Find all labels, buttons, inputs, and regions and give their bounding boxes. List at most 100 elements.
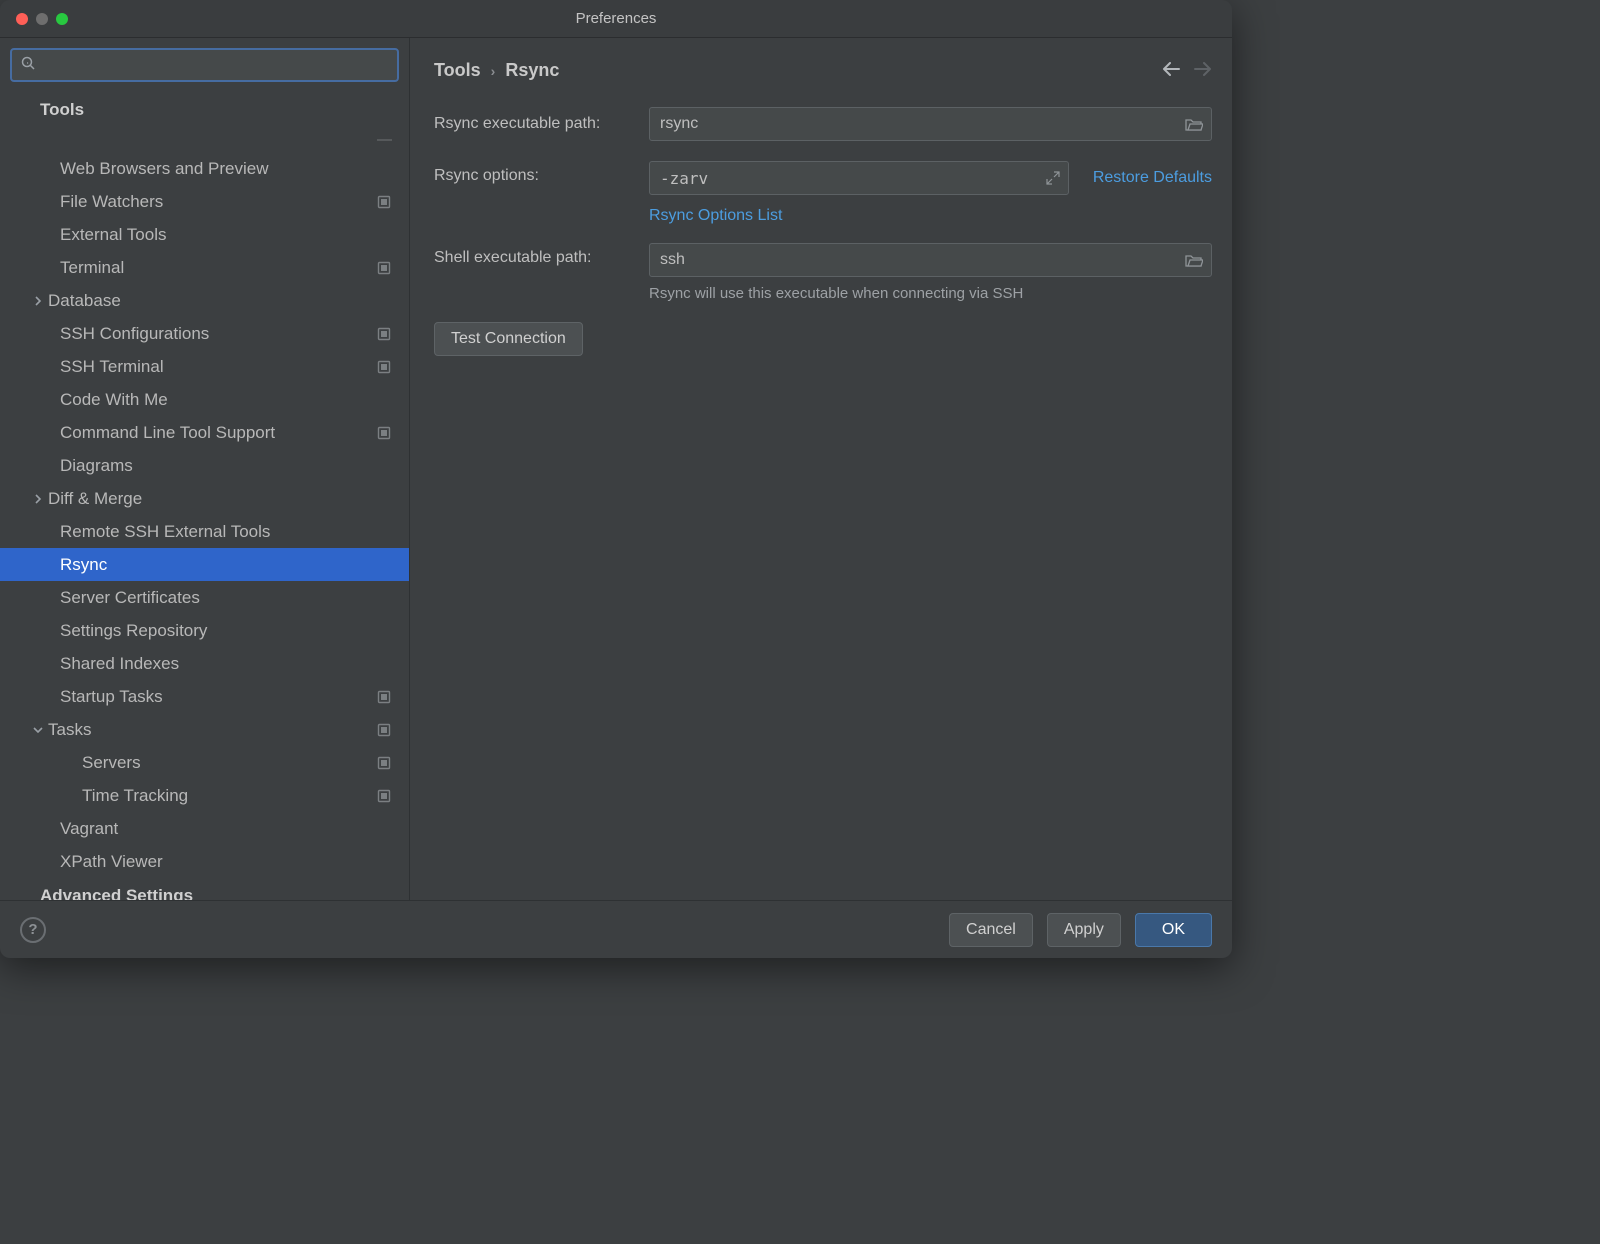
tree-item-label: Web Browsers and Preview [60, 159, 409, 179]
search-input[interactable] [36, 57, 389, 74]
search-field-wrapper[interactable] [10, 48, 399, 82]
tree-item[interactable]: Diagrams [0, 449, 409, 482]
exec-path-label: Rsync executable path: [434, 115, 639, 133]
tree-item-label: Tasks [48, 720, 377, 740]
project-scope-icon [377, 195, 391, 209]
exec-path-field[interactable]: rsync [649, 107, 1212, 141]
tree-item-label: Shared Indexes [60, 654, 409, 674]
titlebar: Preferences [0, 0, 1232, 38]
project-scope-icon [377, 756, 391, 770]
search-icon [20, 55, 36, 76]
tree-item-label: Server Certificates [60, 588, 409, 608]
tree-section-header: Tools [0, 94, 409, 126]
window-controls [0, 13, 68, 25]
nav-back-button[interactable] [1162, 60, 1180, 81]
tree-item-label: Vagrant [60, 819, 409, 839]
tree-item[interactable]: Remote SSH External Tools [0, 515, 409, 548]
tree-item[interactable]: XPath Viewer [0, 845, 409, 878]
project-scope-icon [377, 327, 391, 341]
help-button[interactable]: ? [20, 917, 46, 943]
tree-item-label: Settings Repository [60, 621, 409, 641]
dialog-footer: ? Cancel Apply OK [0, 900, 1232, 958]
chevron-right-icon[interactable] [28, 494, 48, 504]
project-scope-icon [377, 789, 391, 803]
breadcrumb-leaf: Rsync [505, 60, 559, 81]
tree-item[interactable]: Code With Me [0, 383, 409, 416]
project-scope-icon [377, 261, 391, 275]
shell-path-field[interactable]: ssh [649, 243, 1212, 277]
tree-item[interactable]: Shared Indexes [0, 647, 409, 680]
options-label: Rsync options: [434, 161, 639, 185]
tree-item[interactable]: Server Certificates [0, 581, 409, 614]
folder-open-icon[interactable] [1185, 117, 1203, 131]
tree-item-label: File Watchers [60, 192, 377, 212]
tree-item[interactable]: Web Browsers and Preview [0, 152, 409, 185]
tree-item[interactable]: Diff & Merge [0, 482, 409, 515]
tree-item-label: External Tools [60, 225, 409, 245]
project-scope-icon [377, 723, 391, 737]
project-scope-icon [377, 690, 391, 704]
close-window-button[interactable] [16, 13, 28, 25]
tree-item-label: Remote SSH External Tools [60, 522, 409, 542]
tree-item-label: Command Line Tool Support [60, 423, 377, 443]
chevron-down-icon[interactable] [28, 725, 48, 735]
test-connection-button[interactable]: Test Connection [434, 322, 583, 356]
tree-item[interactable]: Settings Repository [0, 614, 409, 647]
minimize-window-button[interactable] [36, 13, 48, 25]
tree-item[interactable]: Servers [0, 746, 409, 779]
tree-item[interactable]: File Watchers [0, 185, 409, 218]
tree-section-advanced[interactable]: Advanced Settings [0, 878, 409, 900]
window-title: Preferences [576, 10, 657, 27]
tree-item-label: Servers [82, 753, 377, 773]
tree-item-cutoff[interactable]: Actions on Save — [0, 126, 409, 152]
tree-item-label: Terminal [60, 258, 377, 278]
breadcrumb-root[interactable]: Tools [434, 60, 481, 81]
settings-tree[interactable]: Tools Actions on Save — Web Browsers and… [0, 92, 409, 900]
tree-item[interactable]: Rsync [0, 548, 409, 581]
shell-path-label: Shell executable path: [434, 243, 639, 267]
folder-open-icon[interactable] [1185, 253, 1203, 267]
separator-icon: — [377, 131, 391, 148]
cancel-button[interactable]: Cancel [949, 913, 1033, 947]
tree-item[interactable]: Vagrant [0, 812, 409, 845]
exec-path-value: rsync [660, 115, 698, 133]
tree-item-label: Startup Tasks [60, 687, 377, 707]
breadcrumb: Tools › Rsync [434, 60, 559, 81]
options-list-link[interactable]: Rsync Options List [649, 207, 782, 224]
tree-item-label: Diff & Merge [48, 489, 409, 509]
tree-item-label: Code With Me [60, 390, 409, 410]
chevron-right-icon[interactable] [28, 296, 48, 306]
expand-icon[interactable] [1046, 171, 1060, 185]
tree-item-label: Diagrams [60, 456, 409, 476]
project-scope-icon [377, 426, 391, 440]
shell-help-text: Rsync will use this executable when conn… [649, 277, 1212, 302]
tree-item-label: SSH Terminal [60, 357, 377, 377]
chevron-right-icon: › [491, 63, 496, 79]
shell-path-value: ssh [660, 251, 685, 269]
tree-item[interactable]: Terminal [0, 251, 409, 284]
zoom-window-button[interactable] [56, 13, 68, 25]
sidebar: Tools Actions on Save — Web Browsers and… [0, 38, 410, 900]
tree-item[interactable]: External Tools [0, 218, 409, 251]
preferences-window: Preferences Tools [0, 0, 1232, 958]
tree-item[interactable]: Startup Tasks [0, 680, 409, 713]
tree-item[interactable]: SSH Configurations [0, 317, 409, 350]
tree-item[interactable]: Database [0, 284, 409, 317]
nav-forward-button [1194, 60, 1212, 81]
tree-item-label: XPath Viewer [60, 852, 409, 872]
project-scope-icon [377, 360, 391, 374]
ok-button[interactable]: OK [1135, 913, 1212, 947]
tree-item-label: Rsync [60, 555, 409, 575]
tree-item[interactable]: Command Line Tool Support [0, 416, 409, 449]
tree-item-label: Database [48, 291, 409, 311]
restore-defaults-link[interactable]: Restore Defaults [1079, 169, 1212, 187]
main-panel: Tools › Rsync Rsync executable path: [410, 38, 1232, 900]
apply-button[interactable]: Apply [1047, 913, 1121, 947]
tree-item[interactable]: Tasks [0, 713, 409, 746]
options-value: -zarv [660, 169, 708, 188]
options-field[interactable]: -zarv [649, 161, 1069, 195]
tree-item[interactable]: Time Tracking [0, 779, 409, 812]
tree-item[interactable]: SSH Terminal [0, 350, 409, 383]
tree-item-label: SSH Configurations [60, 324, 377, 344]
tree-item-label: Time Tracking [82, 786, 377, 806]
